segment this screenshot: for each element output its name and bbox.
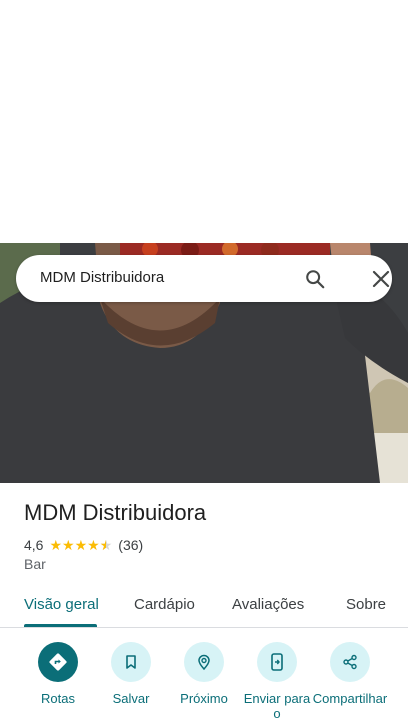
nearby-label: Próximo xyxy=(180,691,228,706)
tab-overview[interactable]: Visão geral xyxy=(24,596,99,613)
star-icon: ★ xyxy=(49,537,63,553)
share-icon xyxy=(330,642,370,682)
place-tabs: Visão geral Cardápio Avaliações Sobre xyxy=(0,585,408,628)
tab-about[interactable]: Sobre xyxy=(346,596,386,613)
rating-row[interactable]: 4,6 ★ ★ ★ ★ ★ (36) xyxy=(24,536,143,554)
directions-label: Rotas xyxy=(41,691,75,706)
rating-stars: ★ ★ ★ ★ ★ xyxy=(49,538,112,552)
tab-reviews[interactable]: Avaliações xyxy=(232,596,304,613)
half-star-icon: ★ xyxy=(100,538,113,552)
directions-icon xyxy=(38,642,78,682)
tab-menu[interactable]: Cardápio xyxy=(134,596,195,613)
search-query[interactable]: MDM Distribuidora xyxy=(40,269,164,286)
share-label: Compartilhar xyxy=(312,691,388,706)
place-title: MDM Distribuidora xyxy=(24,500,207,525)
bookmark-icon xyxy=(111,642,151,682)
star-icon: ★ xyxy=(87,537,100,553)
star-icon: ★ xyxy=(62,537,75,553)
star-icon: ★ xyxy=(74,537,88,553)
nearby-icon xyxy=(184,642,224,682)
save-button[interactable]: Salvar xyxy=(91,642,171,706)
send-to-phone-icon xyxy=(257,642,297,682)
send-to-phone-button[interactable]: Enviar para o xyxy=(237,642,317,721)
save-label: Salvar xyxy=(112,691,150,706)
search-icon[interactable] xyxy=(304,268,326,290)
search-bar[interactable]: MDM Distribuidora xyxy=(16,255,392,302)
nearby-button[interactable]: Próximo xyxy=(164,642,244,706)
review-count: (36) xyxy=(118,537,144,553)
close-icon[interactable] xyxy=(371,269,391,289)
active-tab-indicator xyxy=(24,624,97,627)
send-to-phone-label: Enviar para o xyxy=(243,691,311,721)
place-category: Bar xyxy=(24,556,46,572)
rating-value: 4,6 xyxy=(24,537,44,553)
directions-button[interactable]: Rotas xyxy=(18,642,98,706)
share-button[interactable]: Compartilhar xyxy=(310,642,390,706)
